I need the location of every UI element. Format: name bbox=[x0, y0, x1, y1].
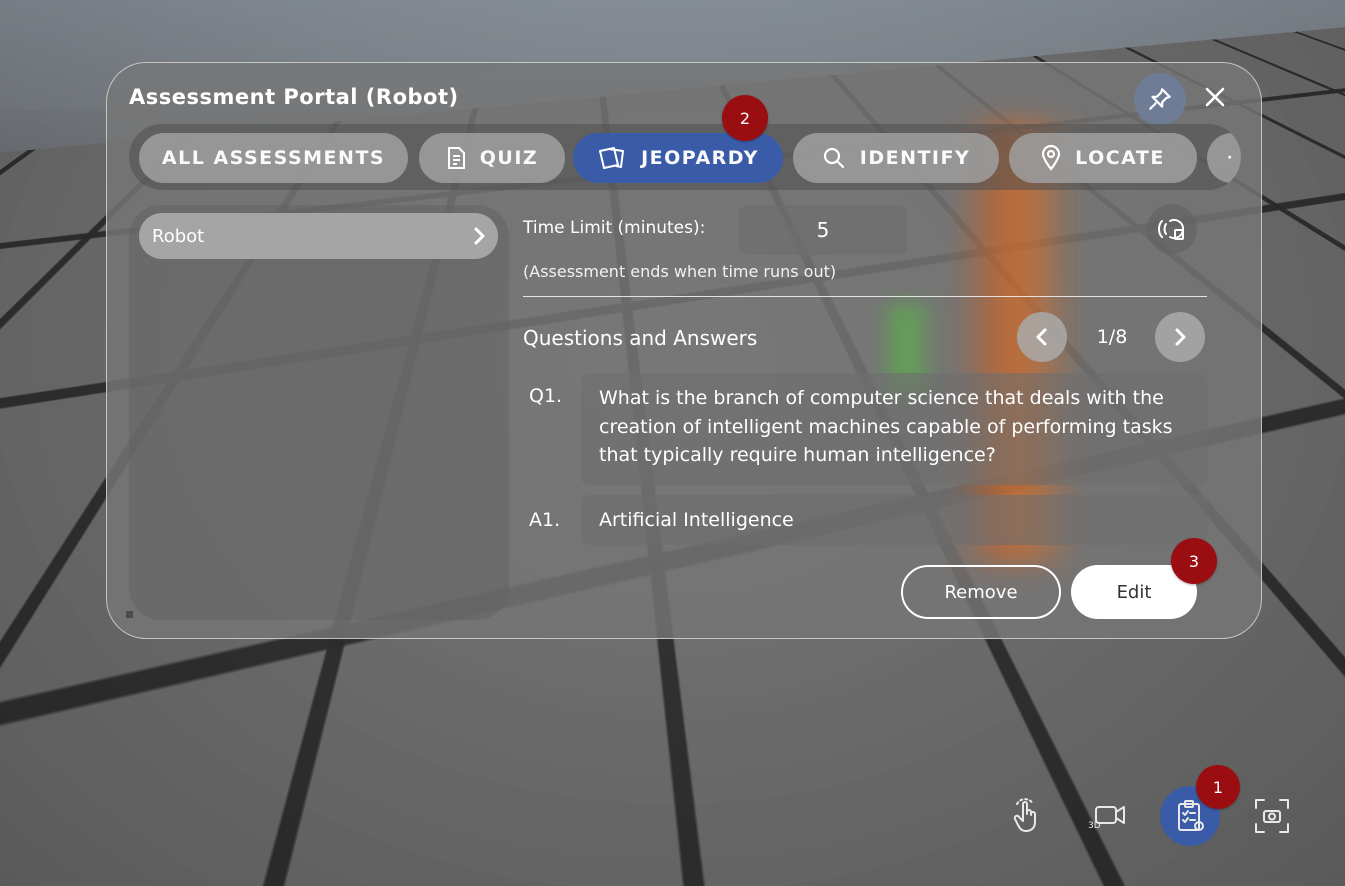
timer-reset-icon bbox=[1158, 219, 1185, 240]
more-tool-icon bbox=[1336, 799, 1345, 833]
tab-label: LOCATE bbox=[1075, 147, 1165, 169]
clipboard-check-icon bbox=[1178, 800, 1204, 831]
assessment-tabs: ALL ASSESSMENTS QUIZ JEOPARDY IDENTIFY L… bbox=[129, 124, 1241, 190]
step-badge-2: 2 bbox=[722, 95, 768, 141]
search-icon bbox=[822, 146, 846, 170]
3d-video-camera-icon: 3D bbox=[1088, 806, 1125, 831]
tab-overflow-icon: · bbox=[1227, 150, 1234, 166]
list-item-robot[interactable]: Robot bbox=[139, 213, 498, 259]
assessment-portal-panel: Assessment Portal (Robot) ALL ASSESSMENT… bbox=[106, 62, 1262, 639]
touch-hand-icon bbox=[1013, 798, 1036, 832]
resize-grip[interactable] bbox=[126, 611, 133, 618]
pin-icon bbox=[1149, 88, 1171, 110]
question-label: Q1. bbox=[529, 385, 563, 407]
tab-label: QUIZ bbox=[479, 147, 539, 169]
tab-jeopardy[interactable]: JEOPARDY bbox=[573, 133, 783, 183]
question-page-indicator: 1/8 bbox=[1096, 326, 1128, 348]
document-icon bbox=[446, 146, 466, 170]
screenshot-tool-button[interactable] bbox=[1244, 788, 1300, 844]
next-question-button[interactable] bbox=[1155, 312, 1205, 362]
qa-heading: Questions and Answers bbox=[523, 326, 758, 350]
answer-label: A1. bbox=[529, 509, 561, 531]
chevron-right-icon bbox=[1175, 328, 1186, 346]
tab-identify[interactable]: IDENTIFY bbox=[793, 133, 999, 183]
more-tool-button[interactable] bbox=[1320, 788, 1345, 844]
camera-frame-icon bbox=[1255, 799, 1289, 833]
panel-title: Assessment Portal (Robot) bbox=[129, 85, 459, 109]
step-badge-3: 3 bbox=[1171, 538, 1217, 584]
pin-button[interactable] bbox=[1134, 73, 1186, 125]
chevron-right-icon bbox=[474, 227, 485, 245]
tab-label: JEOPARDY bbox=[641, 147, 759, 169]
close-button[interactable] bbox=[1195, 75, 1235, 119]
interact-tool-button[interactable] bbox=[998, 788, 1054, 844]
question-text: What is the branch of computer science t… bbox=[581, 373, 1207, 485]
3d-camera-tool-button[interactable]: 3D bbox=[1080, 788, 1136, 844]
answer-text: Artificial Intelligence bbox=[581, 495, 1207, 545]
time-limit-note: (Assessment ends when time runs out) bbox=[523, 262, 837, 281]
tab-quiz[interactable]: QUIZ bbox=[419, 133, 565, 183]
chevron-left-icon bbox=[1036, 328, 1047, 346]
tab-label: IDENTIFY bbox=[859, 147, 971, 169]
remove-button[interactable]: Remove bbox=[901, 565, 1061, 619]
tab-overflow[interactable]: · bbox=[1207, 133, 1241, 183]
tab-label: ALL ASSESSMENTS bbox=[161, 147, 386, 169]
time-limit-label: Time Limit (minutes): bbox=[523, 218, 706, 238]
timer-reset-button[interactable] bbox=[1147, 204, 1197, 254]
location-pin-icon bbox=[1041, 145, 1061, 171]
tab-all-assessments[interactable]: ALL ASSESSMENTS bbox=[139, 133, 408, 183]
tab-locate[interactable]: LOCATE bbox=[1009, 133, 1197, 183]
list-item-label: Robot bbox=[152, 225, 205, 247]
time-limit-input[interactable]: 5 bbox=[739, 205, 907, 255]
close-icon bbox=[1205, 87, 1225, 107]
assessment-list: Robot bbox=[129, 205, 509, 620]
step-badge-1: 1 bbox=[1196, 765, 1240, 809]
section-divider bbox=[523, 296, 1207, 297]
previous-question-button[interactable] bbox=[1017, 312, 1067, 362]
cards-icon bbox=[597, 145, 627, 171]
svg-text:3D: 3D bbox=[1088, 821, 1101, 831]
